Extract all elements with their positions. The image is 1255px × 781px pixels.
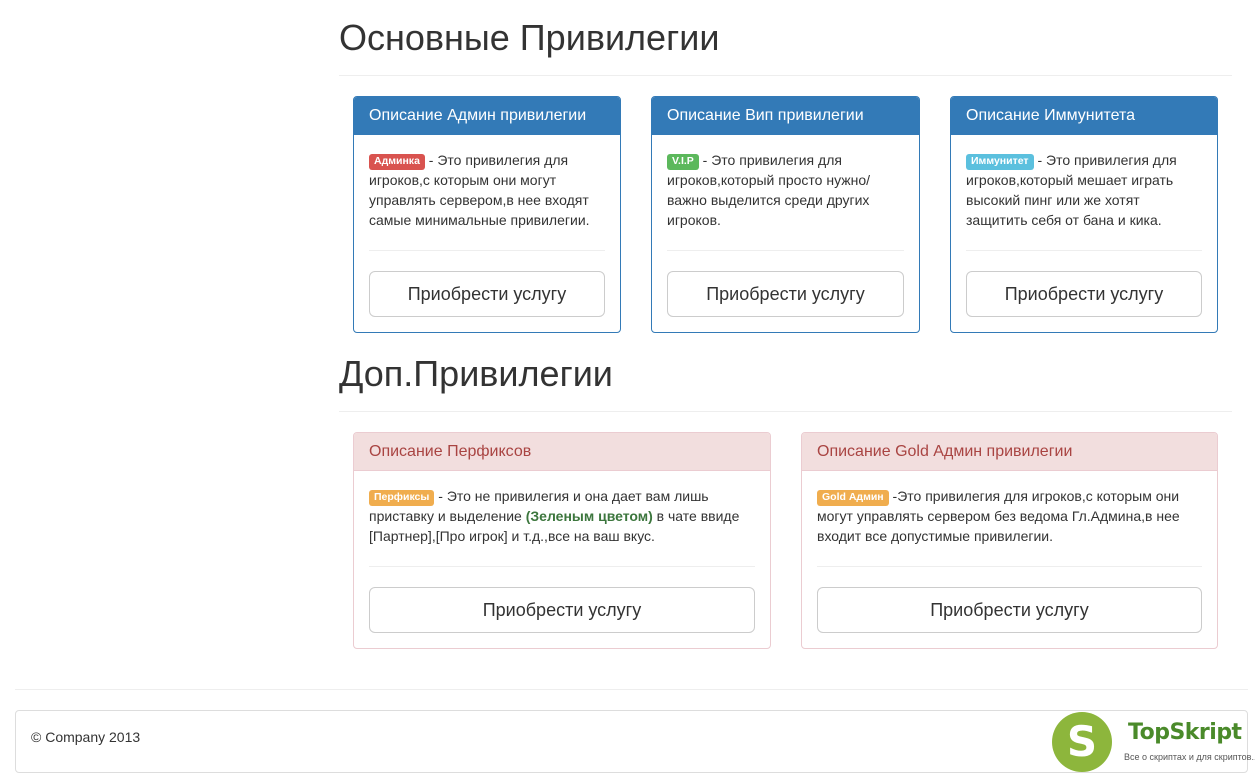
panel-body: Админка - Это привилегия для игроков,с к… (354, 135, 620, 332)
watermark-name: TopSkript (1128, 720, 1242, 745)
copyright-text: © Company 2013 (31, 729, 141, 745)
panel-heading: Описание Админ привилегии (354, 97, 620, 135)
logo-letter: S (1066, 717, 1098, 766)
buy-immunity-button[interactable]: Приобрести услугу (966, 271, 1202, 317)
panel-divider (369, 566, 755, 567)
panel-description: Иммунитет - Это привилегия для игроков,к… (966, 150, 1202, 230)
panel-gold-admin: Описание Gold Админ привилегии Gold Адми… (801, 432, 1218, 649)
panel-description: Перфиксы - Это не привилегия и она дает … (369, 486, 755, 546)
panel-description: Админка - Это привилегия для игроков,с к… (369, 150, 605, 230)
buy-vip-button[interactable]: Приобрести услугу (667, 271, 904, 317)
section-title-extra: Доп.Привилегии (339, 353, 613, 394)
panel-prefixes: Описание Перфиксов Перфиксы - Это не при… (353, 432, 771, 649)
watermark-tagline: Все о скриптах и для скриптов... (1124, 752, 1255, 762)
panel-body: Перфиксы - Это не привилегия и она дает … (354, 471, 770, 648)
buy-prefixes-button[interactable]: Приобрести услугу (369, 587, 755, 633)
section-divider (339, 411, 1232, 412)
footer-divider (15, 689, 1248, 690)
badge-vip: V.I.P (667, 154, 699, 170)
panel-body: V.I.P - Это привилегия для игроков,котор… (652, 135, 919, 332)
highlight-text: (Зеленым цветом) (525, 508, 653, 524)
panel-vip: Описание Вип привилегии V.I.P - Это прив… (651, 96, 920, 333)
panel-heading: Описание Gold Админ привилегии (802, 433, 1217, 471)
topskript-watermark: S TopSkript Все о скриптах и для скрипто… (1052, 712, 1255, 781)
panel-heading: Описание Вип привилегии (652, 97, 919, 135)
panel-body: Иммунитет - Это привилегия для игроков,к… (951, 135, 1217, 332)
panel-description: Gold Админ -Это привилегия для игроков,с… (817, 486, 1202, 546)
panel-heading: Описание Перфиксов (354, 433, 770, 471)
badge-admin: Админка (369, 154, 425, 170)
badge-immunity: Иммунитет (966, 154, 1034, 170)
section-title-main: Основные Привилегии (339, 17, 720, 58)
panel-heading: Описание Иммунитета (951, 97, 1217, 135)
buy-gold-admin-button[interactable]: Приобрести услугу (817, 587, 1202, 633)
panel-divider (966, 250, 1202, 251)
buy-admin-button[interactable]: Приобрести услугу (369, 271, 605, 317)
panel-divider (817, 566, 1202, 567)
panel-body: Gold Админ -Это привилегия для игроков,с… (802, 471, 1217, 648)
panel-divider (667, 250, 904, 251)
badge-prefixes: Перфиксы (369, 490, 435, 506)
panel-admin: Описание Админ привилегии Админка - Это … (353, 96, 621, 333)
panel-divider (369, 250, 605, 251)
topskript-logo-icon: S (1052, 712, 1112, 772)
panel-description: V.I.P - Это привилегия для игроков,котор… (667, 150, 904, 230)
section-divider (339, 75, 1232, 76)
badge-gold-admin: Gold Админ (817, 490, 889, 506)
panel-immunity: Описание Иммунитета Иммунитет - Это прив… (950, 96, 1218, 333)
